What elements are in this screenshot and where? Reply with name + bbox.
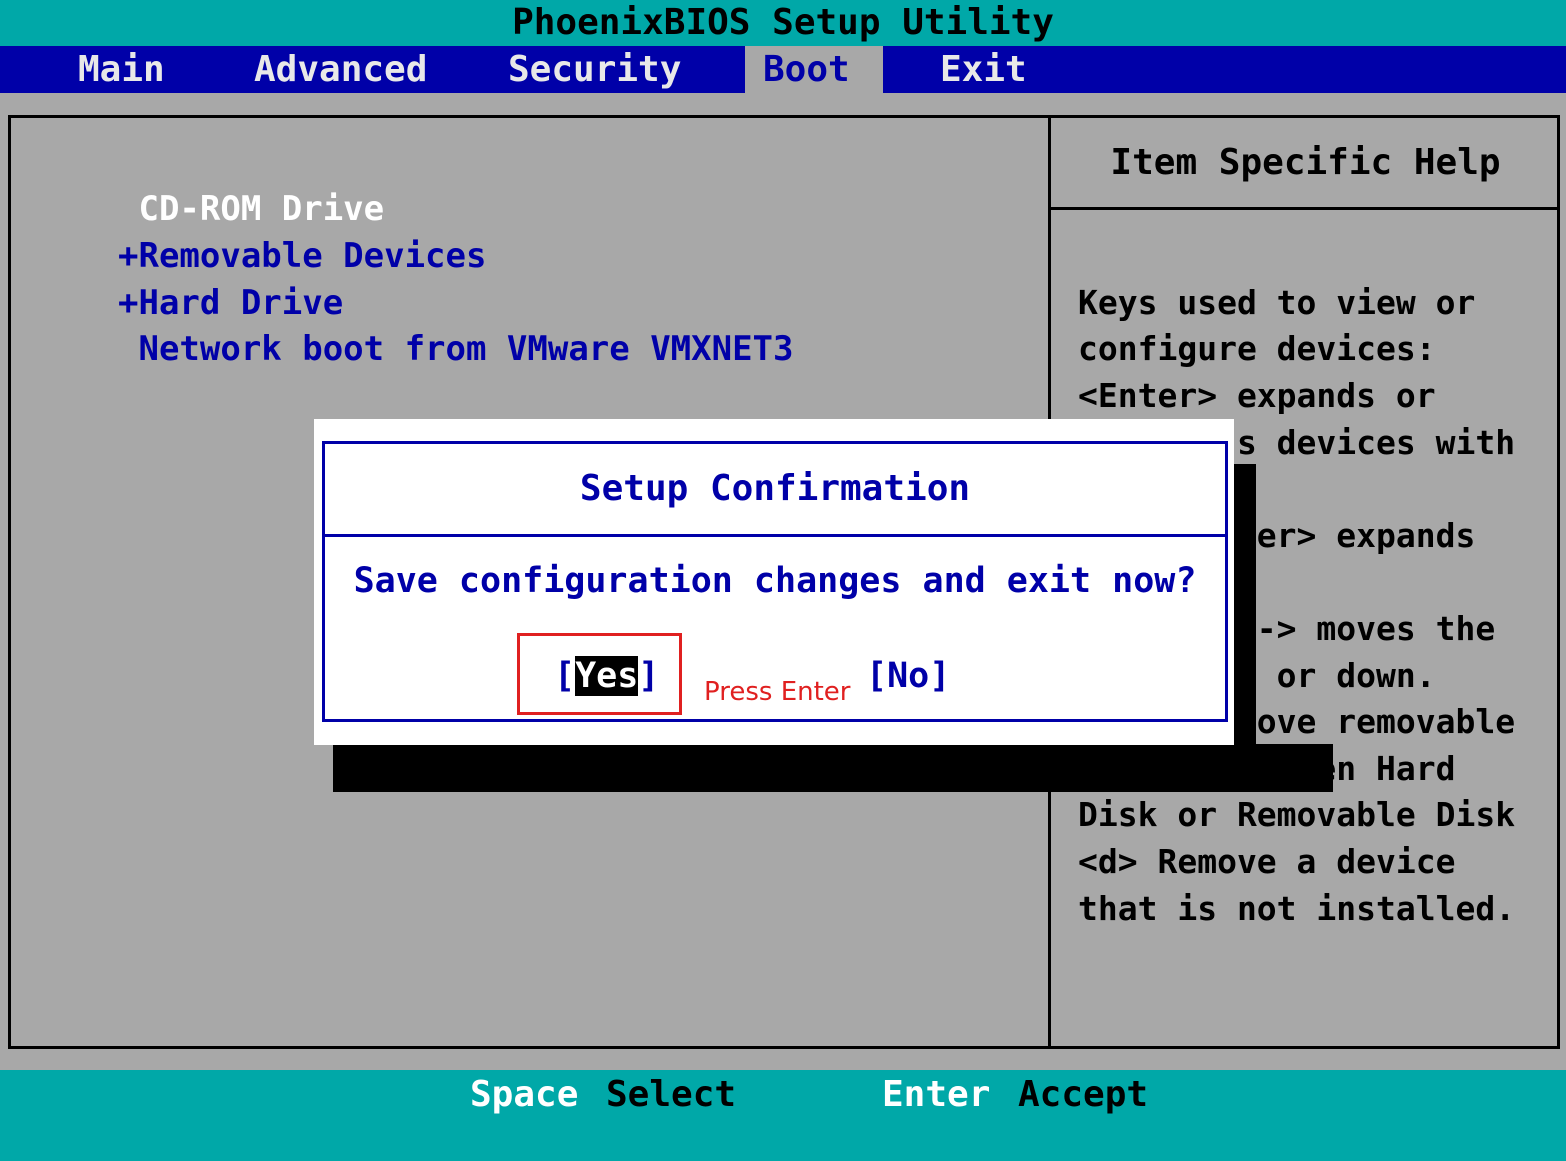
help-line: <d> Remove a device [1078,842,1456,881]
menu-security[interactable]: Security [490,46,699,93]
boot-item-harddrive[interactable]: +Hard Drive [118,280,343,326]
help-line: that is not installed. [1078,889,1516,928]
dialog-separator [325,534,1225,537]
footer-key-enter: Enter [882,1074,991,1115]
footer-key-space: Space [470,1074,579,1115]
menu-main[interactable]: Main [60,46,183,93]
app-title: PhoenixBIOS Setup Utility [0,0,1566,46]
boot-item-network[interactable]: Network boot from VMware VMXNET3 [118,326,793,372]
dialog-shadow [333,744,1333,792]
no-button[interactable]: [No] [866,651,950,701]
help-line: Disk or Removable Disk [1078,795,1516,834]
help-separator [1051,207,1560,210]
boot-item-cdrom[interactable]: CD-ROM Drive [118,186,384,232]
dialog-title: Setup Confirmation [579,468,971,509]
dialog-message: Save configuration changes and exit now? [353,561,1197,601]
menu-boot[interactable]: Boot [745,46,883,93]
help-title: Item Specific Help [1110,142,1501,183]
help-line: configure devices: [1078,329,1436,368]
footer-bar [0,1070,1566,1161]
menu-bar: Main Advanced Security Boot Exit [0,46,1566,93]
menu-advanced[interactable]: Advanced [236,46,445,93]
annotation-highlight-box [517,633,682,715]
annotation-text: Press Enter [704,677,851,707]
boot-item-removable[interactable]: +Removable Devices [118,233,486,279]
menu-exit[interactable]: Exit [922,46,1045,93]
help-line: Keys used to view or [1078,283,1476,322]
footer-desc-select: Select [606,1074,737,1115]
footer-desc-accept: Accept [1018,1074,1149,1115]
help-line: <Enter> expands or [1078,376,1436,415]
